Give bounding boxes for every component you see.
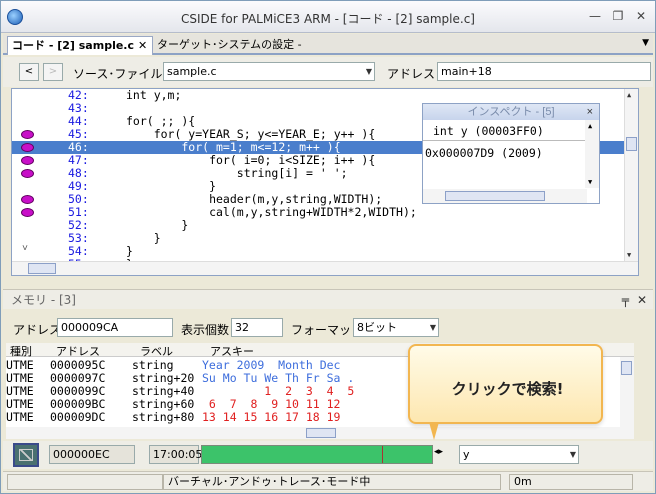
memory-horizontal-scrollbar[interactable]	[6, 427, 634, 439]
window-title: CSIDE for PALMiCE3 ARM - [コード - [2] samp…	[181, 12, 475, 26]
memory-cell-type: UTME	[6, 410, 34, 424]
tooltip-pointer	[429, 422, 439, 440]
memory-cell-ascii: 13 14 15 16 17 18 19	[202, 410, 341, 424]
memory-address-label: アドレス	[13, 323, 62, 337]
inspect-title: インスペクト - [5]	[467, 106, 555, 118]
status-mode: バーチャル･アンドゥ･トレース･モード中	[163, 474, 501, 490]
tab-list-dropdown-icon[interactable]: ▼	[642, 38, 649, 48]
search-select[interactable]: y ▼	[459, 445, 579, 464]
step-back-icon[interactable]: ◂▸	[434, 447, 443, 457]
breakpoint-icon[interactable]	[21, 195, 34, 204]
source-file-select[interactable]: sample.c ▼	[163, 62, 375, 81]
inspect-variable[interactable]: int y (00003FF0)	[433, 124, 544, 138]
memory-toolbar: アドレス 000009CA 表示個数 32 フォーマット 8ビット ▼	[3, 317, 653, 339]
code-line[interactable]: 54:}	[12, 245, 624, 258]
inspect-scroll-up-icon[interactable]: ▲	[588, 122, 592, 130]
code-line[interactable]: 53: }	[12, 232, 624, 245]
close-window-button[interactable]: ✕	[631, 8, 651, 25]
inspect-window: インスペクト - [5] × int y (00003FF0) 0x000007…	[422, 103, 600, 204]
memory-hscroll-thumb[interactable]	[306, 428, 336, 438]
trace-marker	[382, 446, 383, 463]
back-button[interactable]: <	[19, 63, 39, 81]
search-chevron-down-icon: ▼	[569, 450, 576, 459]
status-cell-1	[7, 474, 163, 490]
editor-horizontal-scrollbar[interactable]	[12, 261, 638, 275]
col-address: アドレス	[56, 346, 100, 358]
inspect-horizontal-scrollbar[interactable]	[423, 189, 587, 203]
memory-panel-header: メモリ - [3] ╤ ✕	[3, 289, 653, 309]
inspect-scroll-down-icon[interactable]: ▼	[588, 178, 592, 186]
editor-vscroll-thumb[interactable]	[626, 137, 637, 151]
breakpoint-icon[interactable]	[21, 169, 34, 178]
memory-vscroll-thumb[interactable]	[621, 361, 632, 375]
tooltip-balloon: クリックで検索!	[408, 344, 603, 424]
minimize-button[interactable]: —	[585, 8, 605, 25]
search-value: y	[463, 448, 470, 461]
forward-button[interactable]: >	[43, 63, 63, 81]
format-chevron-down-icon: ▼	[429, 323, 436, 332]
pin-icon[interactable]: ╤	[622, 290, 629, 310]
col-ascii: アスキー	[210, 346, 254, 358]
inspect-value[interactable]: 0x000007D9 (2009)	[425, 146, 543, 160]
inspect-title-bar: インスペクト - [5] ×	[423, 104, 599, 120]
stop-glyph	[19, 449, 33, 461]
trace-stop-icon[interactable]	[13, 443, 39, 467]
tab-code[interactable]: コード - [2] sample.c ✕	[7, 36, 153, 55]
col-label: ラベル	[140, 346, 173, 358]
display-count-label: 表示個数	[181, 323, 230, 337]
code-line[interactable]: 52: }	[12, 219, 624, 232]
code-line[interactable]: 42: int y,m;	[12, 89, 624, 102]
code-text: int y,m;	[126, 88, 182, 102]
breakpoint-icon[interactable]	[21, 208, 34, 217]
source-file-value: sample.c	[167, 65, 217, 78]
chevron-down-icon: ▼	[365, 67, 372, 76]
trace-progress-bar[interactable]	[201, 445, 433, 464]
tab-target-settings[interactable]: ターゲット･システムの設定 - [1]✕	[153, 36, 333, 69]
code-toolbar: < > ソース･ファイル sample.c ▼ アドレス main+18	[3, 57, 653, 87]
memory-address-input[interactable]: 000009CA	[57, 318, 173, 337]
breakpoint-icon[interactable]	[21, 143, 34, 152]
inspect-divider	[423, 140, 585, 141]
tab-code-label: コード - [2] sample.c	[12, 39, 134, 52]
fold-marker-icon[interactable]: ˅	[22, 243, 28, 255]
address-label: アドレス	[387, 67, 436, 81]
format-value: 8ビット	[357, 321, 397, 334]
pc-value-field: 000000EC	[49, 445, 135, 464]
format-select[interactable]: 8ビット ▼	[353, 318, 439, 337]
memory-vertical-scrollbar[interactable]	[620, 357, 634, 427]
memory-cell-addr: 000009DC	[50, 410, 106, 424]
tooltip-text: クリックで検索!	[451, 380, 564, 398]
col-type: 種別	[10, 346, 32, 358]
main-window: CSIDE for PALMiCE3 ARM - [コード - [2] samp…	[0, 0, 656, 494]
code-line[interactable]: 51: cal(m,y,string+WIDTH*2,WIDTH);	[12, 206, 624, 219]
restore-button[interactable]: ❐	[608, 8, 628, 25]
display-count-input[interactable]: 32	[231, 318, 283, 337]
inspect-hscroll-thumb[interactable]	[445, 191, 545, 201]
memory-close-icon[interactable]: ✕	[637, 290, 647, 310]
source-file-label: ソース･ファイル	[73, 67, 163, 81]
memory-cell-label: string+80	[132, 410, 195, 424]
tab-code-close-icon[interactable]: ✕	[138, 39, 147, 52]
address-input[interactable]: main+18	[437, 62, 651, 81]
status-elapsed: 0m	[509, 474, 633, 490]
document-tab-bar: コード - [2] sample.c ✕ ターゲット･システムの設定 - [1]✕…	[3, 34, 653, 69]
memory-title: メモリ - [3]	[11, 293, 76, 307]
breakpoint-icon[interactable]	[21, 130, 34, 139]
inspect-close-icon[interactable]: ×	[587, 104, 593, 120]
breakpoint-icon[interactable]	[21, 156, 34, 165]
inspect-vertical-scrollbar[interactable]: ▲ ▼	[585, 120, 599, 188]
trace-time-field: 17:00:05	[149, 445, 202, 464]
title-bar: CSIDE for PALMiCE3 ARM - [コード - [2] samp…	[1, 1, 655, 33]
scroll-up-icon[interactable]: ▲	[627, 91, 631, 99]
editor-hscroll-thumb[interactable]	[28, 263, 56, 274]
scroll-down-icon[interactable]: ▼	[627, 251, 631, 259]
status-bar: バーチャル･アンドゥ･トレース･モード中 0m	[3, 471, 653, 491]
trace-bar: 000000EC 17:00:05 ◂▸ y ▼	[3, 441, 653, 469]
editor-vertical-scrollbar[interactable]: ▲ ▼	[624, 89, 638, 261]
